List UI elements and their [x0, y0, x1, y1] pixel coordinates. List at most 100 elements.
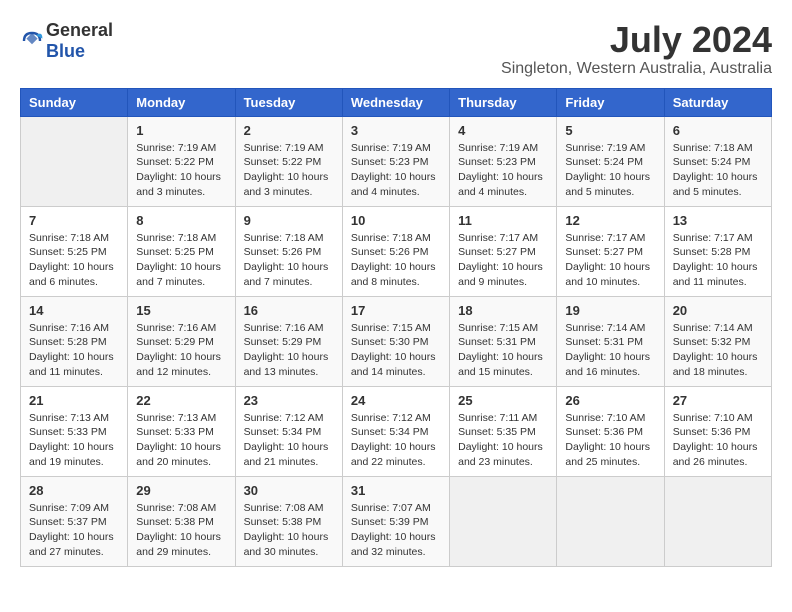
calendar-cell: 9Sunrise: 7:18 AMSunset: 5:26 PMDaylight… [235, 206, 342, 296]
page-header: General Blue July 2024 Singleton, Wester… [20, 20, 772, 78]
title-block: July 2024 Singleton, Western Australia, … [501, 20, 772, 78]
day-info: Sunrise: 7:16 AMSunset: 5:29 PMDaylight:… [136, 321, 226, 380]
day-number: 13 [673, 213, 763, 228]
day-number: 6 [673, 123, 763, 138]
day-info: Sunrise: 7:19 AMSunset: 5:22 PMDaylight:… [244, 141, 334, 200]
day-number: 29 [136, 483, 226, 498]
calendar-cell: 21Sunrise: 7:13 AMSunset: 5:33 PMDayligh… [21, 386, 128, 476]
day-number: 3 [351, 123, 441, 138]
day-number: 10 [351, 213, 441, 228]
day-info: Sunrise: 7:19 AMSunset: 5:22 PMDaylight:… [136, 141, 226, 200]
calendar-cell: 28 Sunrise: 7:09 AMSunset: 5:37 PMDayligh… [21, 476, 128, 566]
column-header-wednesday: Wednesday [342, 88, 449, 116]
day-info: Sunrise: 7:12 AMSunset: 5:34 PMDaylight:… [351, 411, 441, 470]
day-info: Sunrise: 7:11 AMSunset: 5:35 PMDaylight:… [458, 411, 548, 470]
day-info: Sunrise: 7:18 AMSunset: 5:25 PMDaylight:… [136, 231, 226, 290]
calendar-cell: 31Sunrise: 7:07 AMSunset: 5:39 PMDayligh… [342, 476, 449, 566]
calendar-cell: 29 Sunrise: 7:08 AMSunset: 5:38 PMDayligh… [128, 476, 235, 566]
logo-blue-text: Blue [46, 41, 85, 61]
calendar-cell [450, 476, 557, 566]
day-number: 2 [244, 123, 334, 138]
day-info: Sunrise: 7:14 AMSunset: 5:32 PMDaylight:… [673, 321, 763, 380]
day-number: 17 [351, 303, 441, 318]
day-number: 30 [244, 483, 334, 498]
calendar-cell: 23 Sunrise: 7:12 AMSunset: 5:34 PMDayligh… [235, 386, 342, 476]
calendar-cell: 1 Sunrise: 7:19 AMSunset: 5:22 PMDaylight… [128, 116, 235, 206]
calendar-header-row: SundayMondayTuesdayWednesdayThursdayFrid… [21, 88, 772, 116]
day-number: 15 [136, 303, 226, 318]
calendar-cell [664, 476, 771, 566]
column-header-monday: Monday [128, 88, 235, 116]
day-number: 23 [244, 393, 334, 408]
day-number: 19 [565, 303, 655, 318]
calendar-cell: 10 Sunrise: 7:18 AMSunset: 5:26 PMDayligh… [342, 206, 449, 296]
calendar-week-row: 14Sunrise: 7:16 AMSunset: 5:28 PMDayligh… [21, 296, 772, 386]
day-info: Sunrise: 7:17 AMSunset: 5:27 PMDaylight:… [458, 231, 548, 290]
calendar-cell: 6Sunrise: 7:18 AMSunset: 5:24 PMDaylight… [664, 116, 771, 206]
day-info: Sunrise: 7:16 AMSunset: 5:29 PMDaylight:… [244, 321, 334, 380]
calendar-table: SundayMondayTuesdayWednesdayThursdayFrid… [20, 88, 772, 567]
day-number: 5 [565, 123, 655, 138]
day-info: Sunrise: 7:18 AMSunset: 5:25 PMDaylight:… [29, 231, 119, 290]
calendar-cell: 7 Sunrise: 7:18 AMSunset: 5:25 PMDaylight… [21, 206, 128, 296]
column-header-tuesday: Tuesday [235, 88, 342, 116]
calendar-cell [21, 116, 128, 206]
calendar-cell: 25Sunrise: 7:11 AMSunset: 5:35 PMDayligh… [450, 386, 557, 476]
column-header-sunday: Sunday [21, 88, 128, 116]
day-info: Sunrise: 7:17 AMSunset: 5:27 PMDaylight:… [565, 231, 655, 290]
day-info: Sunrise: 7:10 AMSunset: 5:36 PMDaylight:… [673, 411, 763, 470]
day-info: Sunrise: 7:19 AMSunset: 5:24 PMDaylight:… [565, 141, 655, 200]
calendar-cell: 11 Sunrise: 7:17 AMSunset: 5:27 PMDayligh… [450, 206, 557, 296]
day-number: 21 [29, 393, 119, 408]
calendar-cell [557, 476, 664, 566]
day-info: Sunrise: 7:16 AMSunset: 5:28 PMDaylight:… [29, 321, 119, 380]
calendar-cell: 30Sunrise: 7:08 AMSunset: 5:38 PMDayligh… [235, 476, 342, 566]
day-info: Sunrise: 7:19 AMSunset: 5:23 PMDaylight:… [351, 141, 441, 200]
location-subtitle: Singleton, Western Australia, Australia [501, 60, 772, 78]
day-info: Sunrise: 7:17 AMSunset: 5:28 PMDaylight:… [673, 231, 763, 290]
day-number: 11 [458, 213, 548, 228]
calendar-cell: 22Sunrise: 7:13 AMSunset: 5:33 PMDayligh… [128, 386, 235, 476]
day-number: 8 [136, 213, 226, 228]
logo: General Blue [20, 20, 113, 62]
calendar-cell: 19 Sunrise: 7:14 AMSunset: 5:31 PMDayligh… [557, 296, 664, 386]
calendar-cell: 15 Sunrise: 7:16 AMSunset: 5:29 PMDayligh… [128, 296, 235, 386]
day-info: Sunrise: 7:15 AMSunset: 5:30 PMDaylight:… [351, 321, 441, 380]
day-number: 24 [351, 393, 441, 408]
calendar-cell: 14Sunrise: 7:16 AMSunset: 5:28 PMDayligh… [21, 296, 128, 386]
day-number: 7 [29, 213, 119, 228]
logo-general-text: General [46, 20, 113, 40]
calendar-cell: 20 Sunrise: 7:14 AMSunset: 5:32 PMDayligh… [664, 296, 771, 386]
calendar-cell: 24 Sunrise: 7:12 AMSunset: 5:34 PMDayligh… [342, 386, 449, 476]
calendar-cell: 27 Sunrise: 7:10 AMSunset: 5:36 PMDayligh… [664, 386, 771, 476]
day-info: Sunrise: 7:13 AMSunset: 5:33 PMDaylight:… [136, 411, 226, 470]
day-info: Sunrise: 7:18 AMSunset: 5:26 PMDaylight:… [351, 231, 441, 290]
day-number: 12 [565, 213, 655, 228]
calendar-week-row: 1 Sunrise: 7:19 AMSunset: 5:22 PMDaylight… [21, 116, 772, 206]
day-info: Sunrise: 7:08 AMSunset: 5:38 PMDaylight:… [136, 501, 226, 560]
calendar-cell: 5 Sunrise: 7:19 AMSunset: 5:24 PMDaylight… [557, 116, 664, 206]
day-info: Sunrise: 7:14 AMSunset: 5:31 PMDaylight:… [565, 321, 655, 380]
day-number: 31 [351, 483, 441, 498]
calendar-cell: 17 Sunrise: 7:15 AMSunset: 5:30 PMDayligh… [342, 296, 449, 386]
day-number: 28 [29, 483, 119, 498]
calendar-week-row: 7 Sunrise: 7:18 AMSunset: 5:25 PMDaylight… [21, 206, 772, 296]
day-info: Sunrise: 7:10 AMSunset: 5:36 PMDaylight:… [565, 411, 655, 470]
day-info: Sunrise: 7:09 AMSunset: 5:37 PMDaylight:… [29, 501, 119, 560]
calendar-cell: 3 Sunrise: 7:19 AMSunset: 5:23 PMDaylight… [342, 116, 449, 206]
day-number: 16 [244, 303, 334, 318]
day-number: 1 [136, 123, 226, 138]
day-info: Sunrise: 7:12 AMSunset: 5:34 PMDaylight:… [244, 411, 334, 470]
day-number: 20 [673, 303, 763, 318]
day-number: 27 [673, 393, 763, 408]
calendar-cell: 13 Sunrise: 7:17 AMSunset: 5:28 PMDayligh… [664, 206, 771, 296]
calendar-cell: 4Sunrise: 7:19 AMSunset: 5:23 PMDaylight… [450, 116, 557, 206]
day-info: Sunrise: 7:19 AMSunset: 5:23 PMDaylight:… [458, 141, 548, 200]
column-header-friday: Friday [557, 88, 664, 116]
logo-icon [20, 29, 44, 53]
month-year-title: July 2024 [501, 20, 772, 60]
calendar-cell: 2 Sunrise: 7:19 AMSunset: 5:22 PMDaylight… [235, 116, 342, 206]
calendar-cell: 26Sunrise: 7:10 AMSunset: 5:36 PMDayligh… [557, 386, 664, 476]
calendar-cell: 16 Sunrise: 7:16 AMSunset: 5:29 PMDayligh… [235, 296, 342, 386]
day-info: Sunrise: 7:18 AMSunset: 5:26 PMDaylight:… [244, 231, 334, 290]
